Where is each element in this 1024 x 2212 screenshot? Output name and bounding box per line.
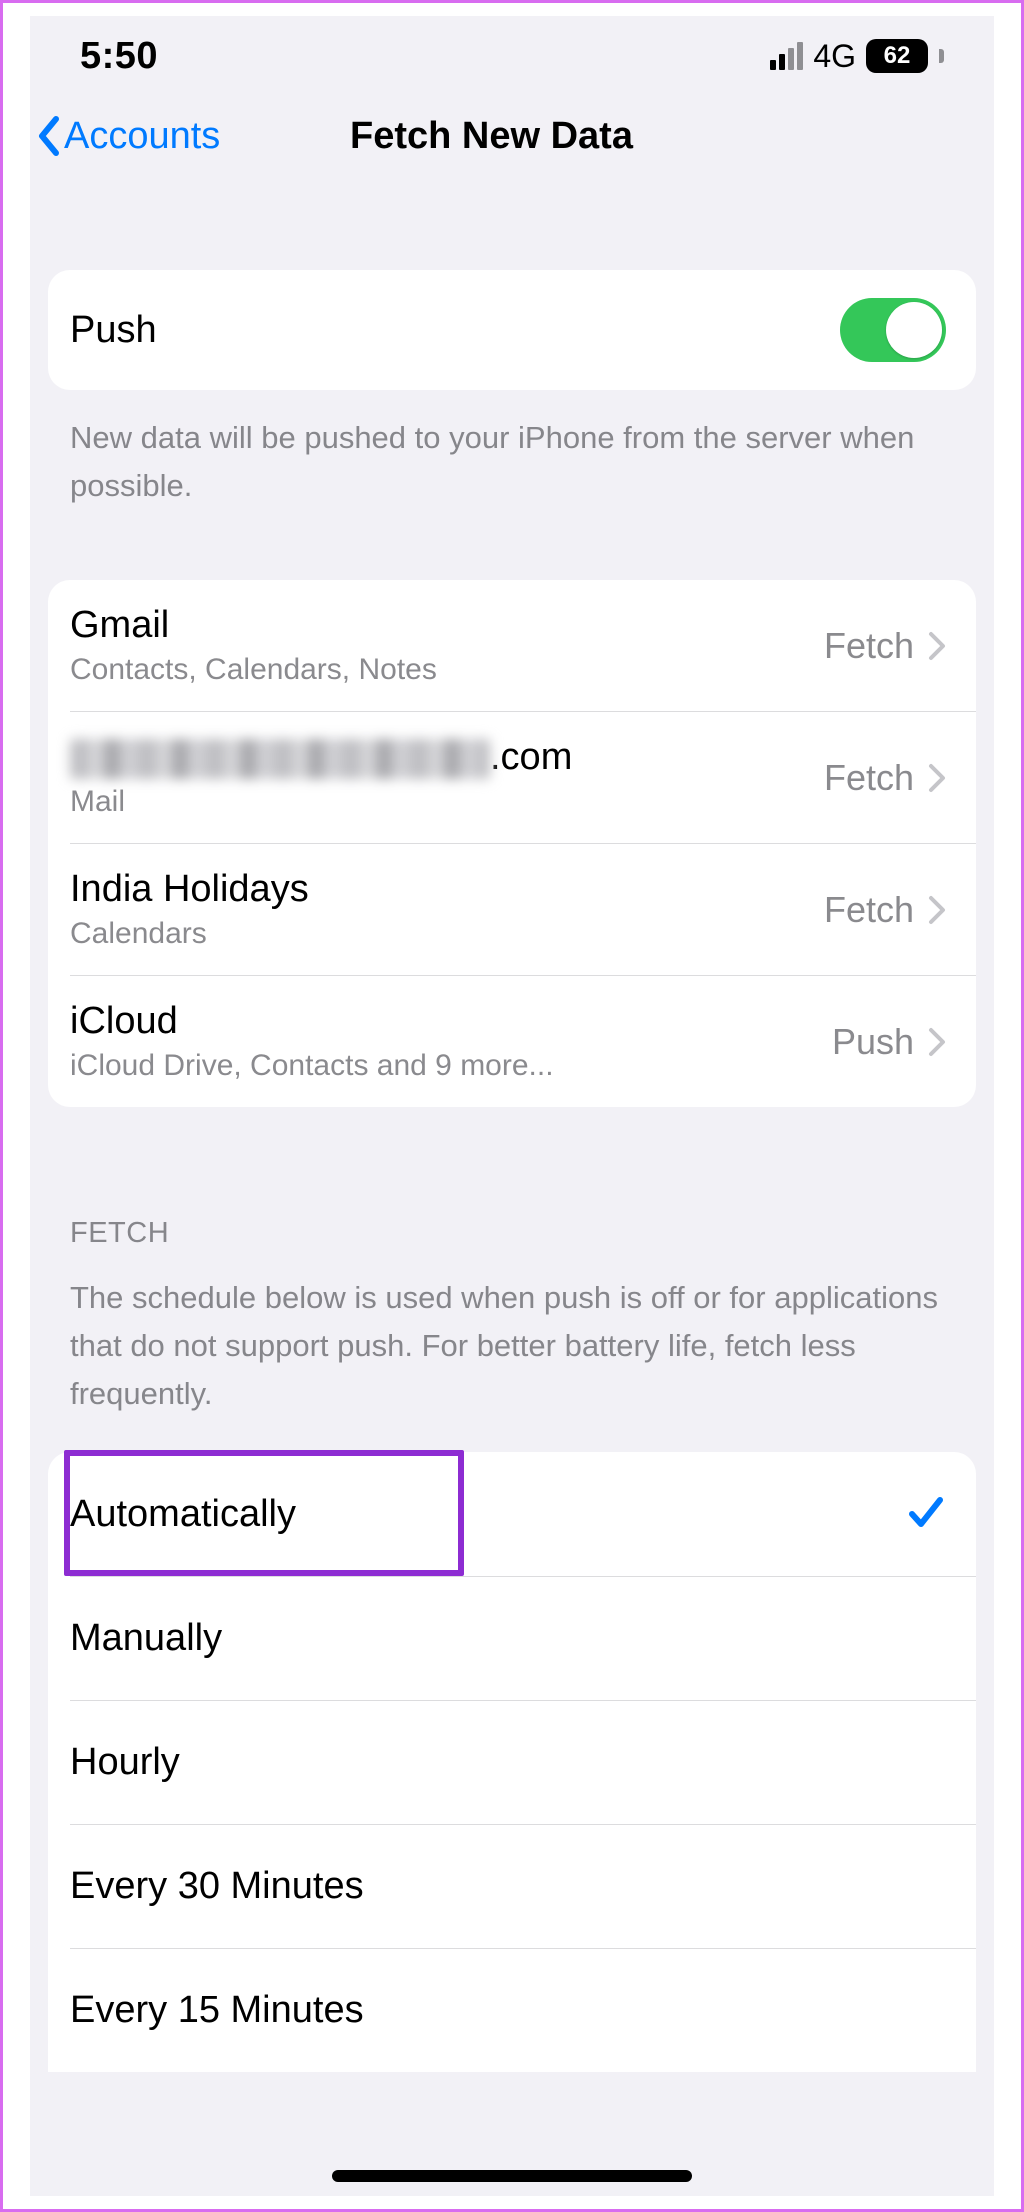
push-section: Push	[48, 270, 976, 390]
account-mode: Fetch	[824, 625, 914, 667]
chevron-left-icon	[36, 116, 62, 156]
fetch-option-row[interactable]: Automatically	[48, 1452, 976, 1576]
account-subtitle: Calendars	[70, 917, 309, 951]
fetch-option-row[interactable]: Manually	[70, 1576, 976, 1700]
account-row[interactable]: Gmail Contacts, Calendars, Notes Fetch	[48, 580, 976, 711]
nav-header: Accounts Fetch New Data	[30, 96, 994, 176]
battery-icon: 62	[866, 39, 928, 73]
fetch-option-label: Every 15 Minutes	[70, 1989, 364, 2032]
fetch-description: The schedule below is used when push is …	[30, 1274, 994, 1452]
account-subtitle: Contacts, Calendars, Notes	[70, 653, 437, 687]
push-footer: New data will be pushed to your iPhone f…	[30, 390, 994, 520]
page-title: Fetch New Data	[350, 115, 633, 158]
account-row[interactable]: India Holidays Calendars Fetch	[70, 843, 976, 975]
account-mode: Fetch	[824, 889, 914, 931]
push-toggle[interactable]	[840, 298, 946, 362]
account-title: Gmail	[70, 604, 169, 646]
account-subtitle: iCloud Drive, Contacts and 9 more...	[70, 1049, 554, 1083]
back-label: Accounts	[64, 115, 220, 158]
redacted-title	[70, 739, 490, 779]
account-mode: Push	[832, 1021, 914, 1063]
fetch-option-label: Manually	[70, 1617, 222, 1660]
back-button[interactable]: Accounts	[30, 115, 220, 158]
fetch-option-label: Every 30 Minutes	[70, 1865, 364, 1908]
status-right: 4G 62	[770, 38, 944, 75]
battery-nub-icon	[939, 49, 944, 63]
fetch-option-row[interactable]: Every 30 Minutes	[70, 1824, 976, 1948]
account-row[interactable]: iCloud iCloud Drive, Contacts and 9 more.…	[70, 975, 976, 1107]
status-time: 5:50	[80, 35, 158, 78]
push-row[interactable]: Push	[48, 270, 976, 390]
chevron-right-icon	[928, 895, 946, 925]
account-title: India Holidays	[70, 868, 309, 910]
chevron-right-icon	[928, 1027, 946, 1057]
accounts-section: GmailContacts, Calendars, NotesFetch.com…	[48, 580, 976, 1107]
account-subtitle: Mail	[70, 785, 572, 819]
fetch-option-row[interactable]: Hourly	[70, 1700, 976, 1824]
fetch-option-label: Hourly	[70, 1741, 180, 1784]
chevron-right-icon	[928, 763, 946, 793]
status-bar: 5:50 4G 62	[30, 16, 994, 96]
chevron-right-icon	[928, 631, 946, 661]
fetch-header: FETCH	[30, 1187, 994, 1274]
home-indicator	[332, 2170, 692, 2182]
checkmark-icon	[906, 1492, 946, 1532]
fetch-options-section: Automatically Manually Hourly Every 30 Minu…	[48, 1452, 976, 2072]
account-mode: Fetch	[824, 757, 914, 799]
network-label: 4G	[813, 38, 856, 75]
battery-level: 62	[884, 42, 911, 70]
account-title: iCloud	[70, 1000, 178, 1042]
account-row[interactable]: .com Mail Fetch	[70, 711, 976, 843]
account-title-suffix: .com	[490, 736, 572, 778]
fetch-option-row[interactable]: Every 15 Minutes	[70, 1948, 976, 2072]
push-label: Push	[70, 309, 157, 352]
fetch-option-label: Automatically	[70, 1493, 296, 1536]
cellular-signal-icon	[770, 42, 803, 70]
